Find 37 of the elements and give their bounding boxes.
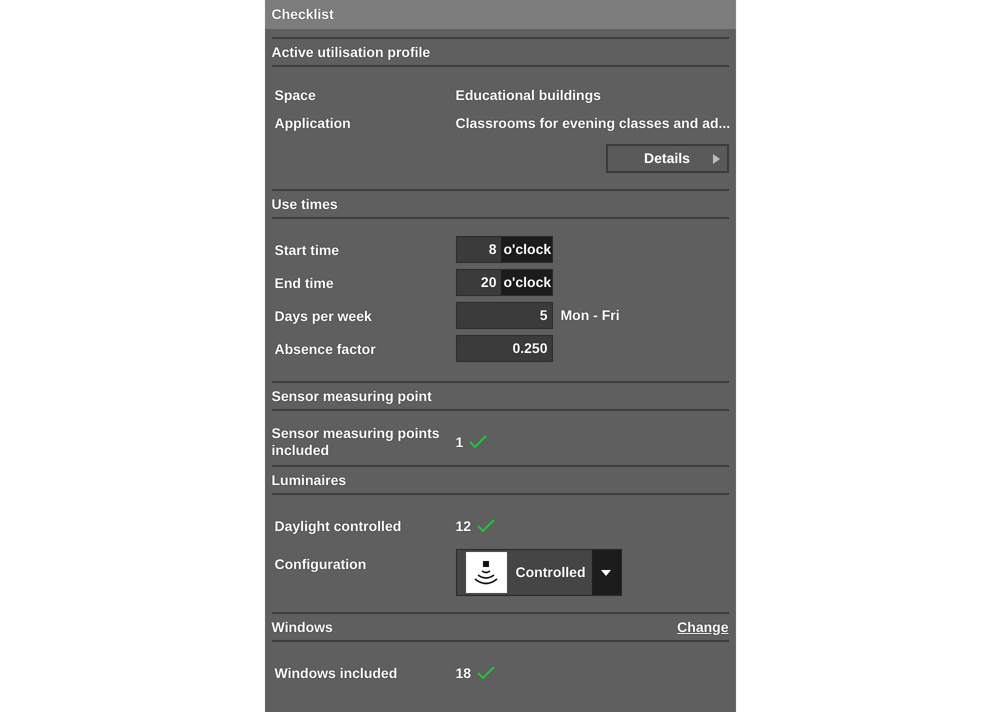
field-label: Application	[274, 115, 352, 131]
panel-title: Checklist	[272, 5, 334, 24]
field-value: Educational buildings	[456, 86, 601, 105]
count-value: 12	[456, 516, 472, 536]
field-label: End time	[274, 274, 335, 290]
change-link[interactable]: Change	[677, 616, 728, 638]
time-unit: o'clock	[500, 237, 552, 262]
section-title: Sensor measuring point	[272, 386, 432, 406]
triangle-right-icon	[712, 154, 720, 164]
field-label: Configuration	[274, 555, 368, 574]
field-label: Space	[274, 87, 317, 103]
section-title: Use times	[272, 194, 338, 214]
time-field[interactable]: 8 o'clock	[456, 236, 552, 263]
number-field[interactable]: 5	[456, 302, 552, 329]
field-suffix: Mon - Fri	[560, 306, 620, 325]
number-field[interactable]: 0.250	[456, 335, 552, 362]
sensor-waves-icon	[466, 552, 506, 593]
caret-icon	[592, 550, 620, 595]
field-label: Windows included	[274, 665, 398, 681]
field-label: Start time	[274, 242, 340, 258]
count-value: 1	[456, 432, 464, 452]
time-value: 8	[456, 237, 500, 262]
time-field[interactable]: 20 o'clock	[456, 269, 552, 296]
time-value: 20	[456, 270, 500, 295]
field-label: Days per week	[274, 308, 373, 324]
field-value: Classrooms for evening classes and ad...	[456, 114, 730, 133]
dropdown-value: Controlled	[514, 563, 586, 582]
section-title: Windows	[272, 618, 333, 636]
field-label: Sensor measuring points included	[272, 425, 441, 459]
details-button[interactable]: Details	[606, 144, 728, 173]
time-unit: o'clock	[500, 270, 552, 295]
section-title: Luminaires	[272, 470, 346, 490]
field-label: Absence factor	[274, 340, 377, 356]
section-title: Active utilisation profile	[272, 42, 430, 62]
configuration-dropdown[interactable]: Controlled	[456, 549, 622, 596]
count-value: 18	[456, 664, 472, 682]
field-label: Daylight controlled	[274, 518, 402, 534]
